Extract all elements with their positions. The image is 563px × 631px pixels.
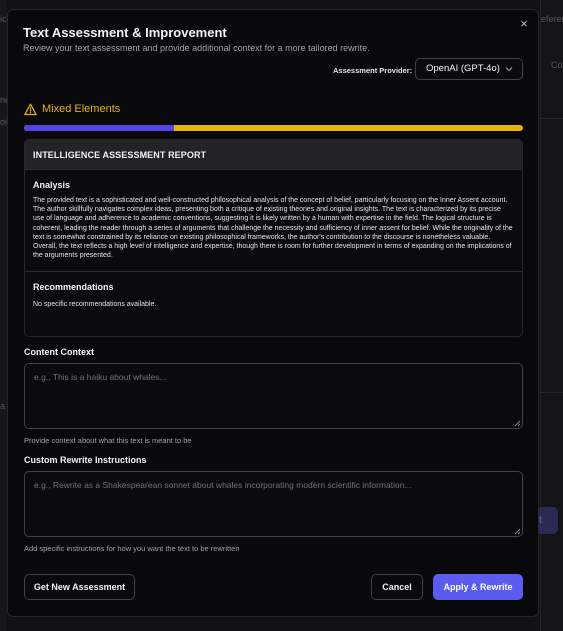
- assessment-report: INTELLIGENCE ASSESSMENT REPORT Analysis …: [24, 139, 523, 337]
- dialog-subtitle: Review your text assessment and provide …: [23, 43, 370, 53]
- background-fragment: ic: [0, 14, 7, 24]
- report-heading: INTELLIGENCE ASSESSMENT REPORT: [25, 140, 522, 170]
- rewrite-instructions-label: Custom Rewrite Instructions: [24, 455, 147, 465]
- get-new-assessment-button[interactable]: Get New Assessment: [24, 574, 135, 600]
- assessment-status: Mixed Elements: [24, 101, 120, 117]
- dialog-title: Text Assessment & Improvement: [23, 25, 227, 40]
- close-icon: ×: [520, 16, 528, 31]
- warning-triangle-icon: [24, 103, 37, 115]
- background-right-column: [540, 0, 563, 631]
- close-button[interactable]: ×: [517, 16, 531, 32]
- provider-label: Assessment Provider:: [333, 66, 413, 75]
- background-divider: [540, 392, 563, 393]
- background-fragment: oi: [0, 117, 8, 127]
- apply-rewrite-button[interactable]: Apply & Rewrite: [433, 574, 523, 600]
- cancel-button[interactable]: Cancel: [371, 574, 423, 600]
- chevron-down-icon: [505, 59, 513, 87]
- background-divider: [540, 118, 563, 119]
- background-fragment: Co: [551, 60, 563, 70]
- report-divider: [25, 271, 522, 273]
- content-context-label: Content Context: [24, 347, 94, 357]
- assessment-dialog: × Text Assessment & Improvement Review y…: [7, 9, 539, 617]
- background-fragment: a: [0, 401, 6, 411]
- rewrite-instructions-help: Add specific instructions for how you wa…: [24, 544, 240, 553]
- analysis-heading: Analysis: [33, 180, 71, 190]
- provider-select[interactable]: OpenAI (GPT-4o): [415, 58, 523, 80]
- content-context-input[interactable]: [24, 363, 523, 429]
- rewrite-instructions-input[interactable]: [24, 471, 523, 537]
- analysis-text: The provided text is a sophisticated and…: [33, 197, 513, 260]
- content-context-help: Provide context about what this text is …: [24, 436, 192, 445]
- provider-selected-value: OpenAI (GPT-4o): [426, 63, 500, 74]
- recommendations-heading: Recommendations: [33, 282, 114, 293]
- assessment-score-fill: [24, 125, 174, 131]
- assessment-status-label: Mixed Elements: [42, 103, 121, 115]
- resize-grip-icon[interactable]: [514, 420, 521, 427]
- recommendations-text: No specific recommendations available.: [33, 301, 157, 309]
- background-fragment: eferen: [541, 14, 563, 24]
- resize-grip-icon[interactable]: [514, 528, 521, 535]
- assessment-score-bar: [24, 125, 523, 131]
